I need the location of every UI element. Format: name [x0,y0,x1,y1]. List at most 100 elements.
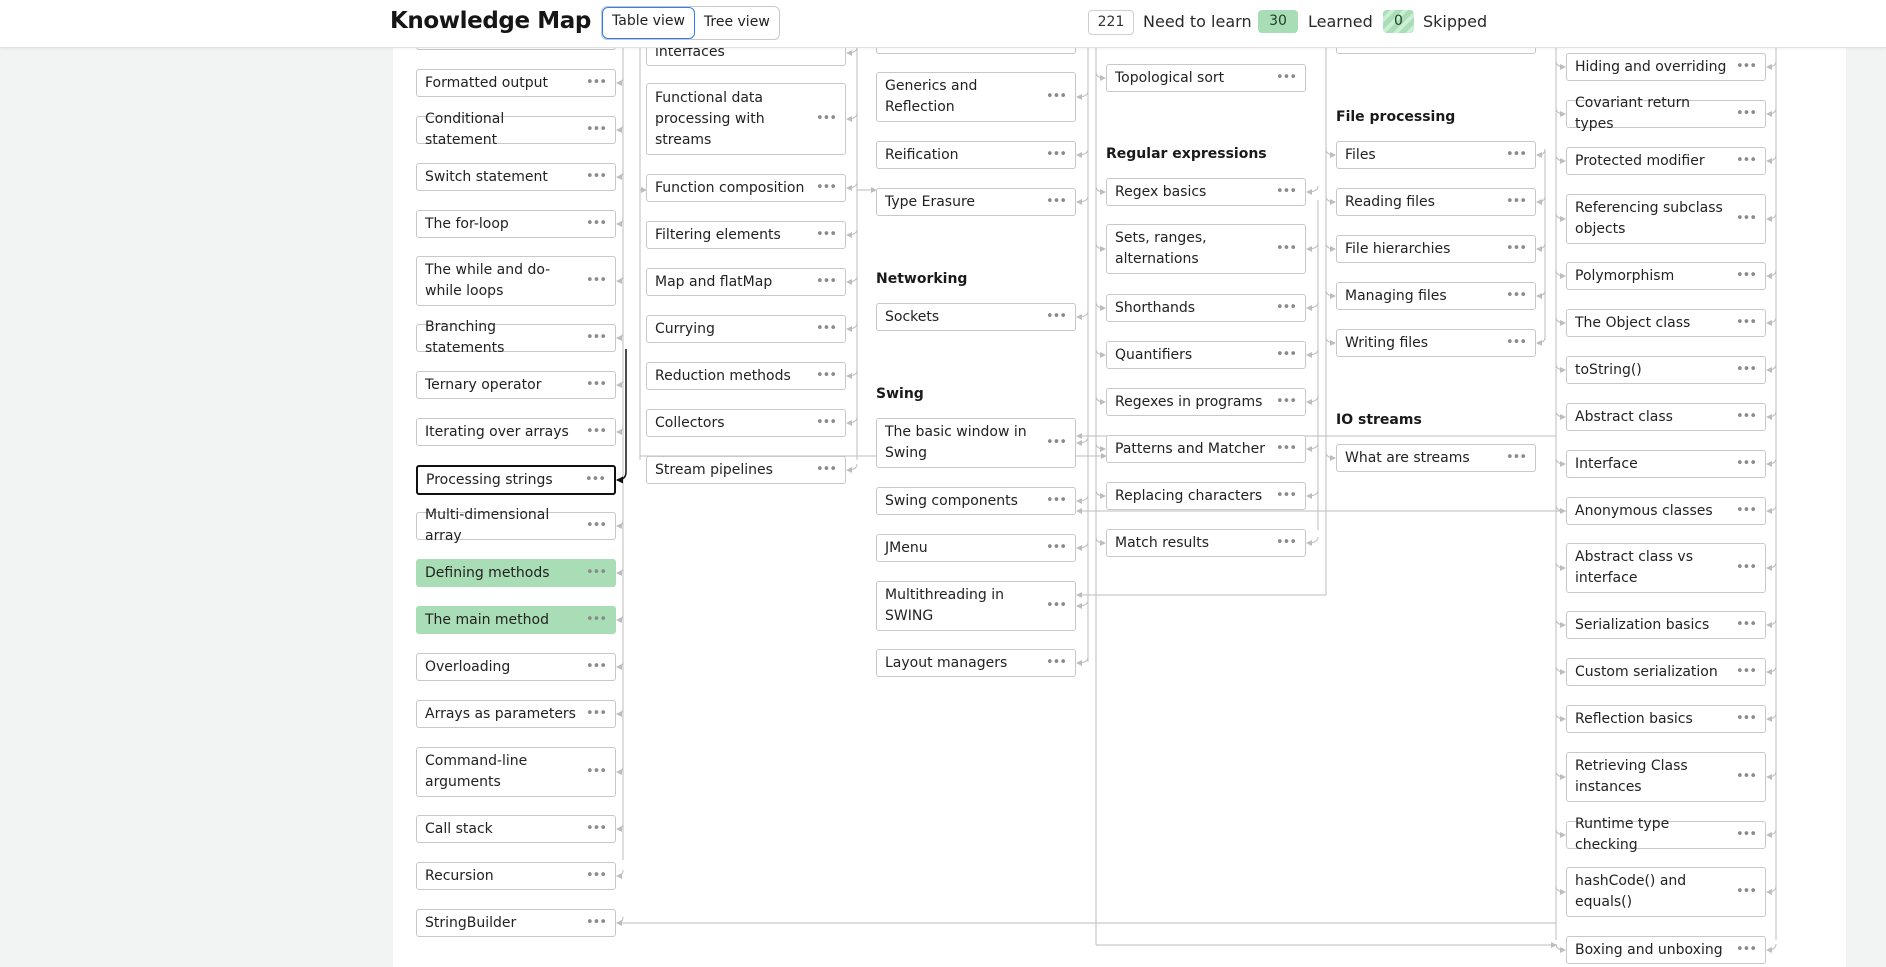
ellipsis-icon[interactable]: ••• [1736,618,1757,631]
ellipsis-icon[interactable]: ••• [1736,60,1757,73]
ellipsis-icon[interactable]: ••• [816,181,837,194]
ellipsis-icon[interactable]: ••• [816,416,837,429]
ellipsis-icon[interactable]: ••• [586,123,607,136]
ellipsis-icon[interactable]: ••• [1276,442,1297,455]
topic-node[interactable]: Layout managers ••• [876,649,1076,677]
ellipsis-icon[interactable]: ••• [1276,348,1297,361]
topic-node[interactable]: Boxing and unboxing ••• [1566,936,1766,964]
ellipsis-icon[interactable]: ••• [1736,504,1757,517]
ellipsis-icon[interactable]: ••• [586,425,607,438]
topic-node[interactable]: Patterns and Matcher ••• [1106,435,1306,463]
ellipsis-icon[interactable]: ••• [1736,885,1757,898]
table-view-tab[interactable]: Table view [602,7,695,39]
topic-node-selected[interactable]: Processing strings ••• [416,465,616,495]
topic-node-learned[interactable]: The main method ••• [416,606,616,634]
ellipsis-icon[interactable]: ••• [1506,242,1527,255]
ellipsis-icon[interactable]: ••• [586,76,607,89]
topic-node[interactable]: Collectors ••• [646,409,846,437]
ellipsis-icon[interactable]: ••• [586,217,607,230]
ellipsis-icon[interactable]: ••• [586,660,607,673]
ellipsis-icon[interactable]: ••• [1276,185,1297,198]
topic-node[interactable]: Interface ••• [1566,450,1766,478]
ellipsis-icon[interactable]: ••• [1046,599,1067,612]
topic-node[interactable]: Reflection basics ••• [1566,705,1766,733]
ellipsis-icon[interactable]: ••• [1276,536,1297,549]
topic-node[interactable]: Reduction methods ••• [646,362,846,390]
topic-node[interactable]: Shorthands ••• [1106,294,1306,322]
ellipsis-icon[interactable]: ••• [585,473,606,486]
topic-node[interactable]: Sets, ranges, alternations ••• [1106,224,1306,274]
ellipsis-icon[interactable]: ••• [1736,363,1757,376]
topic-node[interactable]: Regex basics ••• [1106,178,1306,206]
topic-node[interactable]: Arrays as parameters ••• [416,700,616,728]
topic-node[interactable]: File hierarchies ••• [1336,235,1536,263]
topic-node[interactable]: Branching statements ••• [416,319,616,356]
ellipsis-icon[interactable]: ••• [1046,148,1067,161]
ellipsis-icon[interactable]: ••• [1736,665,1757,678]
ellipsis-icon[interactable]: ••• [586,331,607,344]
ellipsis-icon[interactable]: ••• [1736,107,1757,120]
topic-node[interactable]: Currying ••• [646,315,846,343]
ellipsis-icon[interactable]: ••• [1046,436,1067,449]
ellipsis-icon[interactable]: ••• [1506,289,1527,302]
topic-node[interactable]: Abstract class ••• [1566,403,1766,431]
ellipsis-icon[interactable]: ••• [1276,395,1297,408]
ellipsis-icon[interactable]: ••• [586,170,607,183]
ellipsis-icon[interactable]: ••• [1736,770,1757,783]
ellipsis-icon[interactable]: ••• [1736,712,1757,725]
ellipsis-icon[interactable]: ••• [1736,457,1757,470]
ellipsis-icon[interactable]: ••• [816,275,837,288]
topic-node[interactable]: Hiding and overriding ••• [1566,53,1766,81]
topic-node[interactable]: Reification ••• [876,141,1076,169]
topic-node[interactable]: Ternary operator ••• [416,371,616,399]
topic-node[interactable]: Type Erasure ••• [876,188,1076,216]
topic-node[interactable]: Recursion ••• [416,862,616,890]
topic-node[interactable]: Regexes in programs ••• [1106,388,1306,416]
ellipsis-icon[interactable]: ••• [1276,71,1297,84]
ellipsis-icon[interactable]: ••• [586,707,607,720]
topic-node[interactable]: Runtime type checking ••• [1566,816,1766,853]
ellipsis-icon[interactable]: ••• [1046,541,1067,554]
ellipsis-icon[interactable]: ••• [1046,656,1067,669]
ellipsis-icon[interactable]: ••• [816,463,837,476]
ellipsis-icon[interactable]: ••• [1276,301,1297,314]
ellipsis-icon[interactable]: ••• [1736,154,1757,167]
topic-node[interactable]: Generics and Reflection ••• [876,72,1076,122]
topic-node[interactable]: Map and flatMap ••• [646,268,846,296]
topic-node[interactable]: Writing files ••• [1336,329,1536,357]
topic-node[interactable]: toString() ••• [1566,356,1766,384]
ellipsis-icon[interactable]: ••• [1046,310,1067,323]
ellipsis-icon[interactable]: ••• [1046,494,1067,507]
topic-node[interactable]: The Object class ••• [1566,309,1766,337]
ellipsis-icon[interactable]: ••• [586,869,607,882]
ellipsis-icon[interactable]: ••• [586,378,607,391]
ellipsis-icon[interactable]: ••• [1276,242,1297,255]
ellipsis-icon[interactable]: ••• [1506,336,1527,349]
topic-node[interactable]: StringBuilder ••• [416,909,616,937]
topic-node[interactable]: Polymorphism ••• [1566,262,1766,290]
ellipsis-icon[interactable]: ••• [1736,410,1757,423]
topic-node[interactable]: Filtering elements ••• [646,221,846,249]
ellipsis-icon[interactable]: ••• [1506,148,1527,161]
topic-node[interactable]: Formatted output ••• [416,69,616,97]
ellipsis-icon[interactable]: ••• [1736,561,1757,574]
topic-node[interactable]: Protected modifier ••• [1566,147,1766,175]
topic-node[interactable]: Iterating over arrays ••• [416,418,616,446]
topic-node[interactable]: The basic window in Swing ••• [876,418,1076,468]
ellipsis-icon[interactable]: ••• [1276,489,1297,502]
topic-node[interactable]: Stream pipelines ••• [646,456,846,484]
tree-view-tab[interactable]: Tree view [695,7,779,39]
ellipsis-icon[interactable]: ••• [586,916,607,929]
topic-node[interactable]: The while and do-while loops ••• [416,256,616,306]
ellipsis-icon[interactable]: ••• [1506,451,1527,464]
ellipsis-icon[interactable]: ••• [586,613,607,626]
topic-node[interactable]: Conditional statement ••• [416,111,616,148]
topic-node[interactable]: Topological sort ••• [1106,64,1306,92]
topic-node[interactable]: Anonymous classes ••• [1566,497,1766,525]
topic-node[interactable]: Multi-dimensional array ••• [416,507,616,544]
topic-node[interactable]: Covariant return types ••• [1566,95,1766,132]
ellipsis-icon[interactable]: ••• [1046,195,1067,208]
topic-node[interactable]: Match results ••• [1106,529,1306,557]
topic-node[interactable]: Sockets ••• [876,303,1076,331]
topic-node[interactable]: Reading files ••• [1336,188,1536,216]
